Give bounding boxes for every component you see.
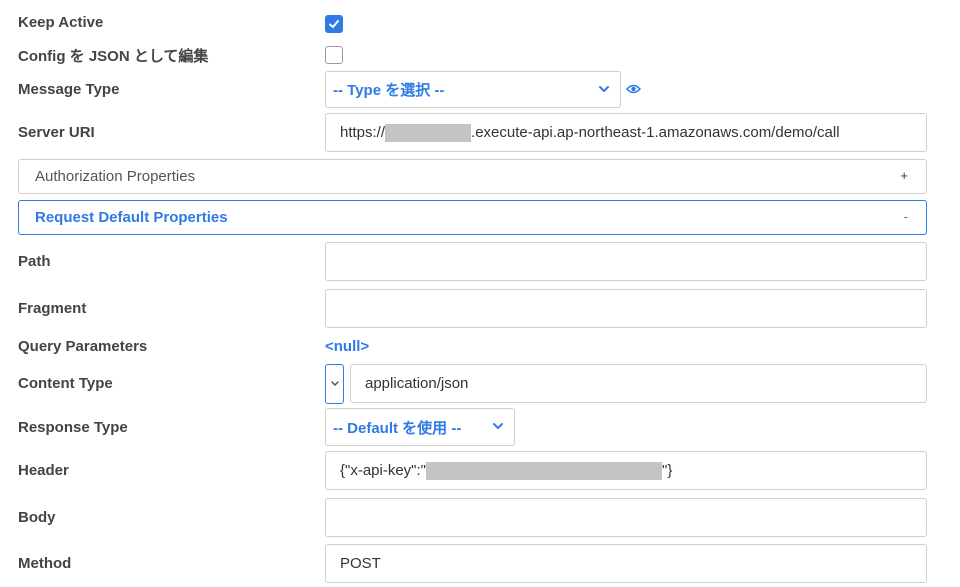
body-input[interactable]	[325, 498, 927, 537]
server-uri-prefix: https://	[340, 124, 386, 141]
server-uri-input[interactable]: https:// .execute-api.ap-northeast-1.amaz…	[325, 113, 927, 152]
keep-active-checkbox[interactable]	[325, 15, 343, 33]
content-type-input[interactable]: application/json	[350, 364, 927, 403]
path-input[interactable]	[325, 242, 927, 281]
chevron-down-icon	[599, 86, 609, 92]
path-label: Path	[18, 253, 51, 270]
eye-icon[interactable]	[626, 83, 641, 95]
query-parameters-null-link[interactable]: <null>	[325, 338, 369, 355]
content-type-label: Content Type	[18, 375, 113, 392]
response-type-label: Response Type	[18, 419, 128, 436]
body-label: Body	[18, 509, 56, 526]
redacted-mask	[385, 123, 472, 142]
expand-toggle[interactable]: +	[900, 168, 908, 183]
redacted-mask	[426, 461, 663, 480]
collapse-toggle[interactable]: -	[904, 209, 908, 224]
message-type-value: -- Type を選択 --	[333, 82, 445, 99]
request-default-properties-title: Request Default Properties	[35, 209, 228, 226]
authorization-properties-panel[interactable]: Authorization Properties +	[18, 159, 927, 194]
method-label: Method	[18, 555, 72, 572]
message-type-label: Message Type	[18, 81, 120, 98]
header-value-prefix: {"x-api-key":"	[340, 462, 427, 479]
response-type-value: -- Default を使用 --	[333, 419, 462, 437]
header-label: Header	[18, 462, 69, 479]
config-json-label: Config を JSON として編集	[18, 48, 209, 65]
header-value-suffix: "}	[662, 462, 673, 479]
response-type-select[interactable]: -- Default を使用 --	[325, 408, 515, 446]
checkmark-icon	[329, 20, 339, 28]
query-parameters-label: Query Parameters	[18, 338, 148, 355]
request-default-properties-panel[interactable]: Request Default Properties -	[18, 200, 927, 235]
server-uri-label: Server URI	[18, 124, 95, 141]
keep-active-label: Keep Active	[18, 14, 104, 31]
server-uri-suffix: .execute-api.ap-northeast-1.amazonaws.co…	[471, 124, 840, 141]
fragment-input[interactable]	[325, 289, 927, 328]
header-input[interactable]: {"x-api-key":" "}	[325, 451, 927, 490]
chevron-down-icon	[331, 381, 339, 387]
authorization-properties-title: Authorization Properties	[35, 168, 196, 185]
fragment-label: Fragment	[18, 300, 87, 317]
chevron-down-icon	[493, 423, 503, 429]
config-json-checkbox[interactable]	[325, 46, 343, 64]
content-type-dropdown-button[interactable]	[325, 364, 344, 404]
method-input[interactable]: POST	[325, 544, 927, 583]
message-type-select[interactable]: -- Type を選択 --	[325, 71, 621, 108]
